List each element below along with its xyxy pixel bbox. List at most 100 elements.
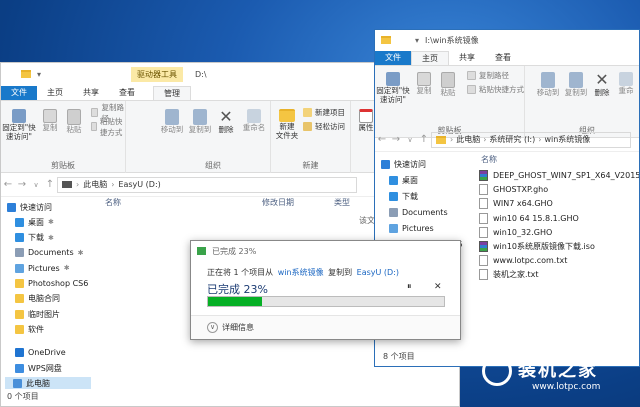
- copy-to-icon: [569, 72, 583, 88]
- nav-item[interactable]: Documents ✱: [15, 247, 84, 259]
- file-item[interactable]: win10_32.GHO: [479, 225, 552, 240]
- breadcrumb-pc[interactable]: 此电脑: [83, 179, 107, 190]
- file-item[interactable]: win10系统原版镜像下载.iso: [479, 239, 595, 254]
- paste-icon: [67, 109, 81, 125]
- left-address-input[interactable]: › 此电脑 › EasyU (D:): [57, 176, 357, 193]
- copy-to-button[interactable]: 复制到: [186, 109, 214, 134]
- column-modified[interactable]: 修改日期: [262, 197, 294, 208]
- nav-item[interactable]: 桌面: [389, 174, 418, 186]
- right-status-bar: 8 个项目: [383, 352, 415, 361]
- breadcrumb-drive[interactable]: EasyU (D:): [118, 180, 160, 189]
- nav-item[interactable]: Photoshop CS6: [15, 278, 88, 290]
- nav-item-label: WPS网盘: [28, 363, 62, 373]
- recent-chevron-icon[interactable]: ∨: [403, 136, 417, 144]
- dropdown-icon[interactable]: ▾: [37, 70, 41, 79]
- dialog-footer: ∨ 详细信息: [191, 315, 460, 339]
- pin-icon[interactable]: ✱: [78, 249, 84, 257]
- nav-item[interactable]: 电脑合同: [15, 293, 60, 305]
- paste-shortcut-button[interactable]: 粘贴快捷方式: [467, 84, 524, 95]
- pin-icon[interactable]: ✱: [48, 218, 54, 226]
- dropdown-icon[interactable]: ▾: [415, 36, 419, 45]
- details-toggle[interactable]: 详细信息: [222, 322, 254, 333]
- tab-manage[interactable]: 管理: [153, 86, 191, 100]
- nav-item[interactable]: 临时图片: [15, 308, 60, 320]
- copy-description-mid: 复制到: [328, 268, 353, 277]
- tab-view[interactable]: 查看: [109, 86, 145, 100]
- tab-view[interactable]: 查看: [485, 51, 521, 65]
- rename-button[interactable]: 重命名: [240, 109, 268, 132]
- copy-source-link[interactable]: win系统镜像: [278, 268, 324, 277]
- nav-item[interactable]: WPS网盘: [15, 362, 62, 374]
- copy-dest-link[interactable]: EasyU (D:): [357, 268, 399, 277]
- close-button[interactable]: ✕: [434, 282, 442, 292]
- paste-button[interactable]: 粘贴: [63, 109, 85, 134]
- folder-icon: [15, 279, 24, 288]
- column-name[interactable]: 名称: [481, 154, 497, 165]
- chevron-down-icon[interactable]: ∨: [207, 322, 218, 333]
- nav-item[interactable]: 此电脑: [5, 377, 91, 390]
- column-name[interactable]: 名称: [105, 197, 121, 208]
- file-item[interactable]: 装机之家.txt: [479, 267, 539, 282]
- breadcrumb-pc[interactable]: 此电脑: [456, 134, 480, 145]
- pin-icon[interactable]: ✱: [64, 264, 70, 272]
- copy-button[interactable]: 复制: [413, 72, 435, 95]
- nav-item[interactable]: 软件: [15, 323, 44, 335]
- nav-item[interactable]: 桌面 ✱: [15, 216, 54, 228]
- right-address-input[interactable]: › 此电脑 › 系统研究 (I:) › win系统镜像: [431, 131, 631, 148]
- breadcrumb-folder[interactable]: win系统镜像: [544, 134, 590, 145]
- new-folder-button[interactable]: 新建 文件夹: [273, 109, 301, 140]
- nav-item[interactable]: 快速访问: [7, 201, 52, 213]
- move-to-button[interactable]: 移动到: [535, 72, 561, 97]
- tab-home[interactable]: 主页: [37, 86, 73, 100]
- tab-file[interactable]: 文件: [375, 51, 411, 65]
- copy-path-button[interactable]: 复制路径: [467, 70, 509, 81]
- forward-arrow-icon[interactable]: →: [15, 179, 29, 190]
- copy-to-button[interactable]: 复制到: [563, 72, 589, 97]
- back-arrow-icon[interactable]: ←: [375, 134, 389, 145]
- pin-icon[interactable]: ✱: [48, 234, 54, 242]
- tab-home[interactable]: 主页: [411, 51, 449, 65]
- up-arrow-icon[interactable]: ↑: [417, 134, 431, 145]
- new-item-button[interactable]: 新建项目: [303, 107, 345, 118]
- txt-icon: [479, 255, 488, 267]
- column-type[interactable]: 类型: [334, 197, 350, 208]
- computer-icon: [62, 181, 72, 188]
- context-tab-drive-tools[interactable]: 驱动器工具: [131, 66, 184, 82]
- recent-chevron-icon[interactable]: ∨: [29, 181, 43, 189]
- nav-item[interactable]: Pictures ✱: [15, 262, 70, 274]
- breadcrumb-drive[interactable]: 系统研究 (I:): [489, 134, 535, 145]
- file-item[interactable]: GHOSTXP.gho: [479, 182, 548, 197]
- progress-text: 已完成 23%: [207, 283, 268, 296]
- file-item[interactable]: www.lotpc.com.txt: [479, 253, 567, 268]
- file-name: GHOSTXP.gho: [493, 185, 549, 195]
- delete-button[interactable]: ✕ 删除: [214, 107, 238, 135]
- copy-button[interactable]: 复制: [39, 109, 61, 132]
- nav-item[interactable]: 快速访问: [381, 158, 426, 170]
- tab-share[interactable]: 共享: [73, 86, 109, 100]
- move-to-button[interactable]: 移动到: [158, 109, 186, 134]
- nav-item[interactable]: 下载 ✱: [15, 232, 54, 244]
- delete-icon: ✕: [219, 107, 233, 126]
- back-arrow-icon[interactable]: ←: [1, 179, 15, 190]
- file-item[interactable]: DEEP_GHOST_WIN7_SP1_X64_V2015_...: [479, 168, 639, 183]
- tab-share[interactable]: 共享: [449, 51, 485, 65]
- file-item[interactable]: win10 64 15.8.1.GHO: [479, 211, 579, 226]
- nav-item[interactable]: 下载: [389, 190, 418, 202]
- forward-arrow-icon[interactable]: →: [389, 134, 403, 145]
- nav-item[interactable]: OneDrive: [15, 347, 66, 359]
- rename-button[interactable]: 重命: [615, 72, 637, 95]
- nav-item[interactable]: Documents: [389, 206, 448, 218]
- delete-button[interactable]: ✕ 删除: [591, 72, 613, 98]
- up-arrow-icon[interactable]: ↑: [43, 179, 57, 190]
- pause-button[interactable]: ⏸: [407, 282, 412, 292]
- tab-file[interactable]: 文件: [1, 86, 37, 100]
- paste-shortcut-button[interactable]: 粘贴快捷方式: [91, 117, 125, 137]
- desktop-icon: [389, 175, 398, 185]
- nav-item[interactable]: Pictures: [389, 222, 434, 234]
- easy-access-button[interactable]: 轻松访问: [303, 121, 345, 132]
- pin-quick-access-button[interactable]: 固定到"快 速访问": [2, 109, 36, 141]
- paste-button[interactable]: 粘贴: [437, 72, 459, 97]
- file-item[interactable]: WIN7 x64.GHO: [479, 196, 553, 211]
- copy-path-icon: [91, 108, 99, 117]
- pin-quick-access-button[interactable]: 固定到"快 速访问": [376, 72, 410, 104]
